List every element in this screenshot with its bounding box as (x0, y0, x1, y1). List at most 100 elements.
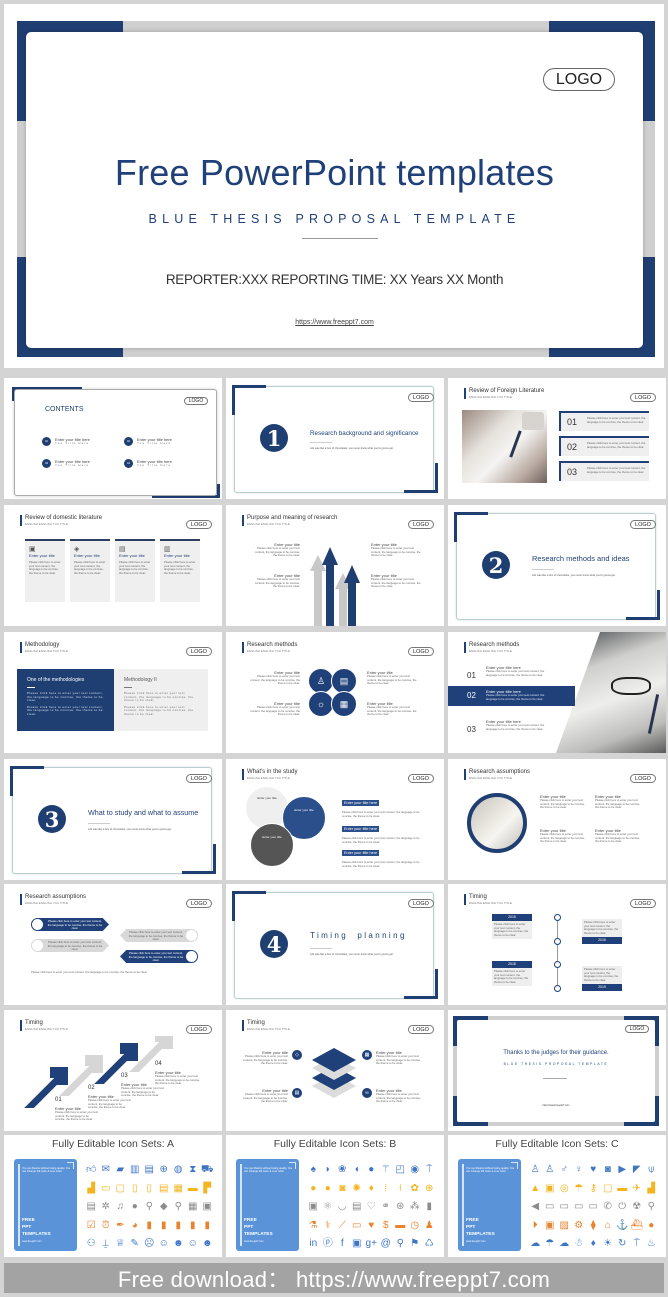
airplane-icon[interactable]: ✈ (630, 1180, 645, 1199)
facebook-icon[interactable]: f (335, 1235, 350, 1254)
slide-thanks[interactable]: LOGO Thanks to the judges for their guid… (448, 1010, 666, 1131)
phone-call-icon[interactable]: ✆ (601, 1198, 616, 1217)
trophy-icon[interactable]: ♕ (113, 1235, 128, 1254)
slide-methodology[interactable]: Methodology ENGLISH ENGLISH YOU TITLE LOG… (4, 632, 222, 753)
medal-icon[interactable]: ⚇ (84, 1235, 99, 1254)
lungs-icon[interactable]: ♠ (306, 1161, 321, 1180)
slide-section-2[interactable]: LOGO 2 Research methods and ideas Life w… (448, 505, 666, 626)
plus-circle-icon[interactable]: ⊕ (422, 1180, 437, 1199)
slide-contents[interactable]: LOGO CONTENTS 01 Enter your title here Yo… (4, 378, 222, 499)
file-icon[interactable]: ▮ (200, 1217, 215, 1236)
magnifier-icon[interactable]: ⚲ (171, 1198, 186, 1217)
battery-mid-icon[interactable]: ▭ (572, 1198, 587, 1217)
bandage-icon[interactable]: ▭ (350, 1217, 365, 1236)
pills-icon[interactable]: ⚭ (379, 1198, 394, 1217)
assumption-pill[interactable]: Please click here to enter your text con… (120, 929, 198, 942)
molecule-icon[interactable]: ⁂ (408, 1198, 423, 1217)
contents-item[interactable]: 03 Enter your title here You Title Here (42, 459, 90, 468)
umbrella-icon[interactable]: ☂ (572, 1180, 587, 1199)
thumbs-up-icon[interactable]: 👍︎ (84, 1161, 99, 1180)
heart-icon[interactable]: ♥ (364, 1217, 379, 1236)
slide-timing-2[interactable]: Timing ENGLISH ENGLISH YOU TITLE LOGO 01 … (4, 1010, 222, 1131)
linkedin-icon[interactable]: in (306, 1235, 321, 1254)
assumption-pill[interactable]: Please click here to enter your text con… (120, 950, 198, 963)
satellite-icon[interactable]: ✲ (99, 1198, 114, 1217)
drops-icon[interactable]: ♦ (364, 1180, 379, 1199)
gear-icon[interactable]: ⚙ (572, 1217, 587, 1236)
play-icon[interactable]: ⏵︎ (528, 1217, 543, 1236)
stopwatch-icon[interactable]: ◷ (408, 1217, 423, 1236)
list-item[interactable]: 02 Please click here to enter your text c… (559, 436, 649, 456)
car-icon[interactable]: ▟ (644, 1180, 659, 1199)
megaphone-icon[interactable]: ◤ (630, 1161, 645, 1180)
wink-face-icon[interactable]: ☻ (200, 1235, 215, 1254)
list-item-active[interactable]: 02 Enter your title here Please click her… (448, 686, 575, 706)
male-symbol-icon[interactable]: ♂ (557, 1161, 572, 1180)
tie-icon[interactable]: ⧫ (586, 1217, 601, 1236)
chart-down-icon[interactable]: ▤ (142, 1161, 157, 1180)
woman-icon[interactable]: ♙ (543, 1161, 558, 1180)
head-icon[interactable]: ● (306, 1180, 321, 1199)
ship-icon[interactable]: ⛴︎ (630, 1217, 645, 1236)
slide-icons-b[interactable]: Fully Editable Icon Sets: B You can Resi… (226, 1135, 444, 1257)
smile-face-icon[interactable]: ☺ (157, 1235, 172, 1254)
bar-chart-icon[interactable]: ▥ (128, 1161, 143, 1180)
target-icon[interactable]: ◎ (557, 1180, 572, 1199)
slide-section-1[interactable]: LOGO 1 Research background and significa… (226, 378, 444, 499)
unlock-icon[interactable]: ▢ (601, 1180, 616, 1199)
intestine-icon[interactable]: ◰ (393, 1161, 408, 1180)
flask-icon[interactable]: ⚗ (306, 1217, 321, 1236)
thermometer-icon[interactable]: ⍑ (630, 1235, 645, 1254)
battery-low-icon[interactable]: ▭ (557, 1198, 572, 1217)
contents-item[interactable]: 01 Enter your title here You Title Here (42, 437, 90, 446)
video-icon[interactable]: ▣ (543, 1217, 558, 1236)
doctor-icon[interactable]: ♟ (422, 1217, 437, 1236)
tablet-icon[interactable]: ▯ (128, 1180, 143, 1199)
home-icon[interactable]: ⌂ (601, 1217, 616, 1236)
heart-rate-icon[interactable]: ♡ (364, 1198, 379, 1217)
info-card[interactable]: ▤ Enter your title Please click here to en… (115, 539, 155, 602)
drop-icon[interactable]: ♦ (586, 1235, 601, 1254)
clouds-icon[interactable]: ☁ (557, 1235, 572, 1254)
kidney-icon[interactable]: ● (364, 1161, 379, 1180)
google-plus-icon[interactable]: g+ (364, 1235, 379, 1254)
bottle-icon[interactable]: ▲ (528, 1180, 543, 1199)
monitor-icon[interactable]: ▢ (113, 1180, 128, 1199)
cloud-icon[interactable]: ☁ (528, 1235, 543, 1254)
method-card-primary[interactable]: One of the methodologies Please click he… (17, 669, 114, 731)
list-item[interactable]: 01 (467, 665, 476, 683)
piggy-bank-icon[interactable]: ● (644, 1217, 659, 1236)
globe-icon[interactable]: ⊕ (157, 1161, 172, 1180)
lock-icon[interactable]: ▣ (543, 1180, 558, 1199)
head-icon[interactable]: ● (321, 1180, 336, 1199)
slide-assumptions-2[interactable]: Research assumptions ENGLISH ENGLISH YOU … (4, 884, 222, 1005)
battery-icon[interactable]: ▮ (422, 1198, 437, 1217)
microscope-icon[interactable]: ⚲ (142, 1198, 157, 1217)
flag-icon[interactable]: ⚑ (408, 1235, 423, 1254)
list-item[interactable]: 01 Please click here to enter your text c… (559, 411, 649, 431)
trash-icon[interactable]: ▦ (171, 1180, 186, 1199)
pie-chart-icon[interactable]: ◕ (128, 1217, 143, 1236)
syringe-icon[interactable]: ⍿ (393, 1180, 408, 1199)
cloud-snow-icon[interactable]: ☃ (572, 1235, 587, 1254)
method-card-secondary[interactable]: Methodology II Please click here to ente… (114, 669, 208, 731)
slide-timing-3[interactable]: Timing ENGLISH ENGLISH YOU TITLE LOGO ◇ ▤… (226, 1010, 444, 1131)
cloud-rain-icon[interactable]: ☂ (543, 1235, 558, 1254)
slide-icons-a[interactable]: Fully Editable Icon Sets: A You can Resi… (4, 1135, 222, 1257)
file-icon[interactable]: ▮ (157, 1217, 172, 1236)
radiation-icon[interactable]: ☢ (630, 1198, 645, 1217)
battery-full-icon[interactable]: ▭ (586, 1198, 601, 1217)
key-icon[interactable]: ⚷ (586, 1180, 601, 1199)
thermometer-icon[interactable]: ⟋ (335, 1217, 350, 1236)
slide-foreign-literature[interactable]: Review of Foreign Literature ENGLISH ENGL… (448, 378, 666, 499)
info-card[interactable]: ▥ Enter your title Please click here to en… (160, 539, 200, 602)
lifebuoy-icon[interactable]: ⊛ (393, 1198, 408, 1217)
microphone-icon[interactable]: ⍦ (644, 1161, 659, 1180)
map-pin-icon[interactable]: ⚲ (644, 1198, 659, 1217)
at-icon[interactable]: @ (379, 1235, 394, 1254)
slide-timing-1[interactable]: Timing ENGLISH ENGLISH YOU TITLE LOGO 201… (448, 884, 666, 1005)
slide-section-3[interactable]: LOGO 3 What to study and what to assume … (4, 759, 222, 880)
slide-research-methods-1[interactable]: Research methods ENGLISH ENGLISH YOU TITL… (226, 632, 444, 753)
dollar-icon[interactable]: $ (379, 1217, 394, 1236)
man-icon[interactable]: ♙ (528, 1161, 543, 1180)
